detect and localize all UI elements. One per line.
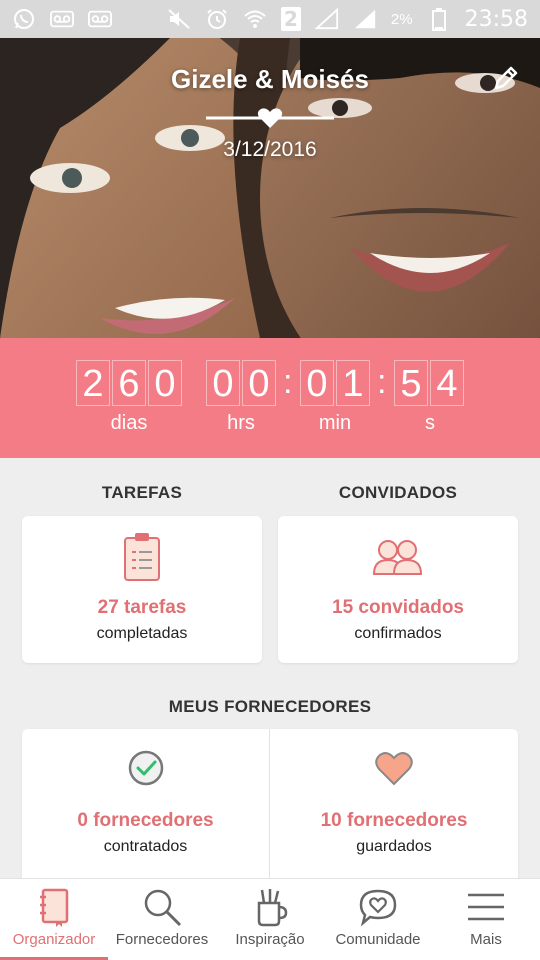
nav-label: Mais (470, 931, 502, 948)
days-digit: 0 (148, 360, 182, 406)
seconds-digit: 4 (430, 360, 464, 406)
countdown-digits: 2 6 0 0 0 : 0 1 : 5 4 (0, 360, 540, 408)
hours-digit: 0 (206, 360, 240, 406)
mute-icon (167, 7, 191, 31)
minutes-label: min (318, 412, 352, 434)
bottom-navigation: Organizador Fornecedores Inspiração Comu… (0, 878, 540, 960)
nav-inspiracao[interactable]: Inspiração (216, 879, 324, 960)
sim-badge: 2 (280, 7, 301, 31)
heart-icon (375, 752, 413, 786)
notebook-icon (40, 888, 69, 927)
nav-mais[interactable]: Mais (432, 879, 540, 960)
tasks-section-title: TAREFAS (101, 483, 183, 502)
signal-icon (353, 7, 377, 31)
couple-names: Gizele & Moisés (171, 64, 369, 94)
tasks-card[interactable]: 27 tarefas completadas (22, 516, 262, 663)
nav-fornecedores[interactable]: Fornecedores (108, 879, 216, 960)
days-label: dias (110, 412, 148, 434)
nav-comunidade[interactable]: Comunidade (324, 879, 432, 960)
hired-vendors-count: 0 fornecedores (77, 810, 214, 831)
nav-label: Comunidade (335, 931, 421, 948)
guests-subtitle: confirmados (354, 625, 442, 642)
guests-icon (372, 540, 423, 575)
couple-photo-header: Gizele & Moisés 3/12/2016 (0, 38, 540, 338)
guests-section-title: CONVIDADOS (338, 483, 458, 502)
tasks-subtitle: completadas (96, 625, 188, 642)
seconds-label: s (425, 412, 435, 434)
heart-divider-icon (206, 108, 334, 128)
hired-vendors[interactable]: 0 fornecedores contratados (22, 729, 269, 878)
saved-vendors[interactable]: 10 fornecedores guardados (270, 729, 518, 878)
nav-label: Inspiração (235, 931, 305, 948)
signal-icon (314, 7, 339, 31)
edit-pencil-icon[interactable] (492, 64, 520, 92)
checklist-icon (124, 533, 160, 581)
saved-vendors-subtitle: guardados (356, 838, 432, 855)
wedding-countdown: 2 6 0 0 0 : 0 1 : 5 4 dias hrs min s (0, 338, 540, 458)
countdown-separator: : (283, 363, 293, 401)
voicemail-icon (88, 7, 112, 31)
nav-label: Fornecedores (115, 931, 209, 948)
search-icon (144, 889, 182, 927)
brush-cup-icon (257, 889, 288, 927)
check-circle-icon (128, 750, 163, 786)
menu-icon (468, 893, 504, 921)
battery-percent: 2% (390, 10, 413, 28)
guests-card[interactable]: 15 convidados confirmados (278, 516, 518, 663)
guests-count: 15 convidados (332, 597, 464, 618)
battery-icon (427, 7, 451, 31)
tasks-count: 27 tarefas (97, 597, 187, 618)
countdown-separator: : (377, 363, 387, 401)
minutes-digit: 1 (336, 360, 370, 406)
status-time: 23:58 (464, 6, 528, 32)
hours-label: hrs (227, 412, 255, 434)
seconds-digit: 5 (394, 360, 428, 406)
alarm-icon (205, 7, 229, 31)
wedding-date: 3/12/2016 (223, 138, 317, 161)
chat-heart-icon (359, 889, 397, 927)
voicemail-icon (50, 7, 74, 31)
wifi-icon (243, 7, 267, 31)
whatsapp-icon (12, 7, 36, 31)
vendors-card: 0 fornecedores contratados 10 fornecedor… (22, 729, 518, 878)
minutes-digit: 0 (300, 360, 334, 406)
days-digit: 6 (112, 360, 146, 406)
saved-vendors-count: 10 fornecedores (320, 810, 468, 831)
days-digit: 2 (76, 360, 110, 406)
nav-label: Organizador (12, 931, 96, 948)
status-bar: 2 2% 23:58 (0, 0, 540, 38)
nav-organizador[interactable]: Organizador (0, 879, 108, 960)
hired-vendors-subtitle: contratados (103, 838, 188, 855)
hours-digit: 0 (242, 360, 276, 406)
vendors-section-title: MEUS FORNECEDORES (168, 697, 372, 716)
